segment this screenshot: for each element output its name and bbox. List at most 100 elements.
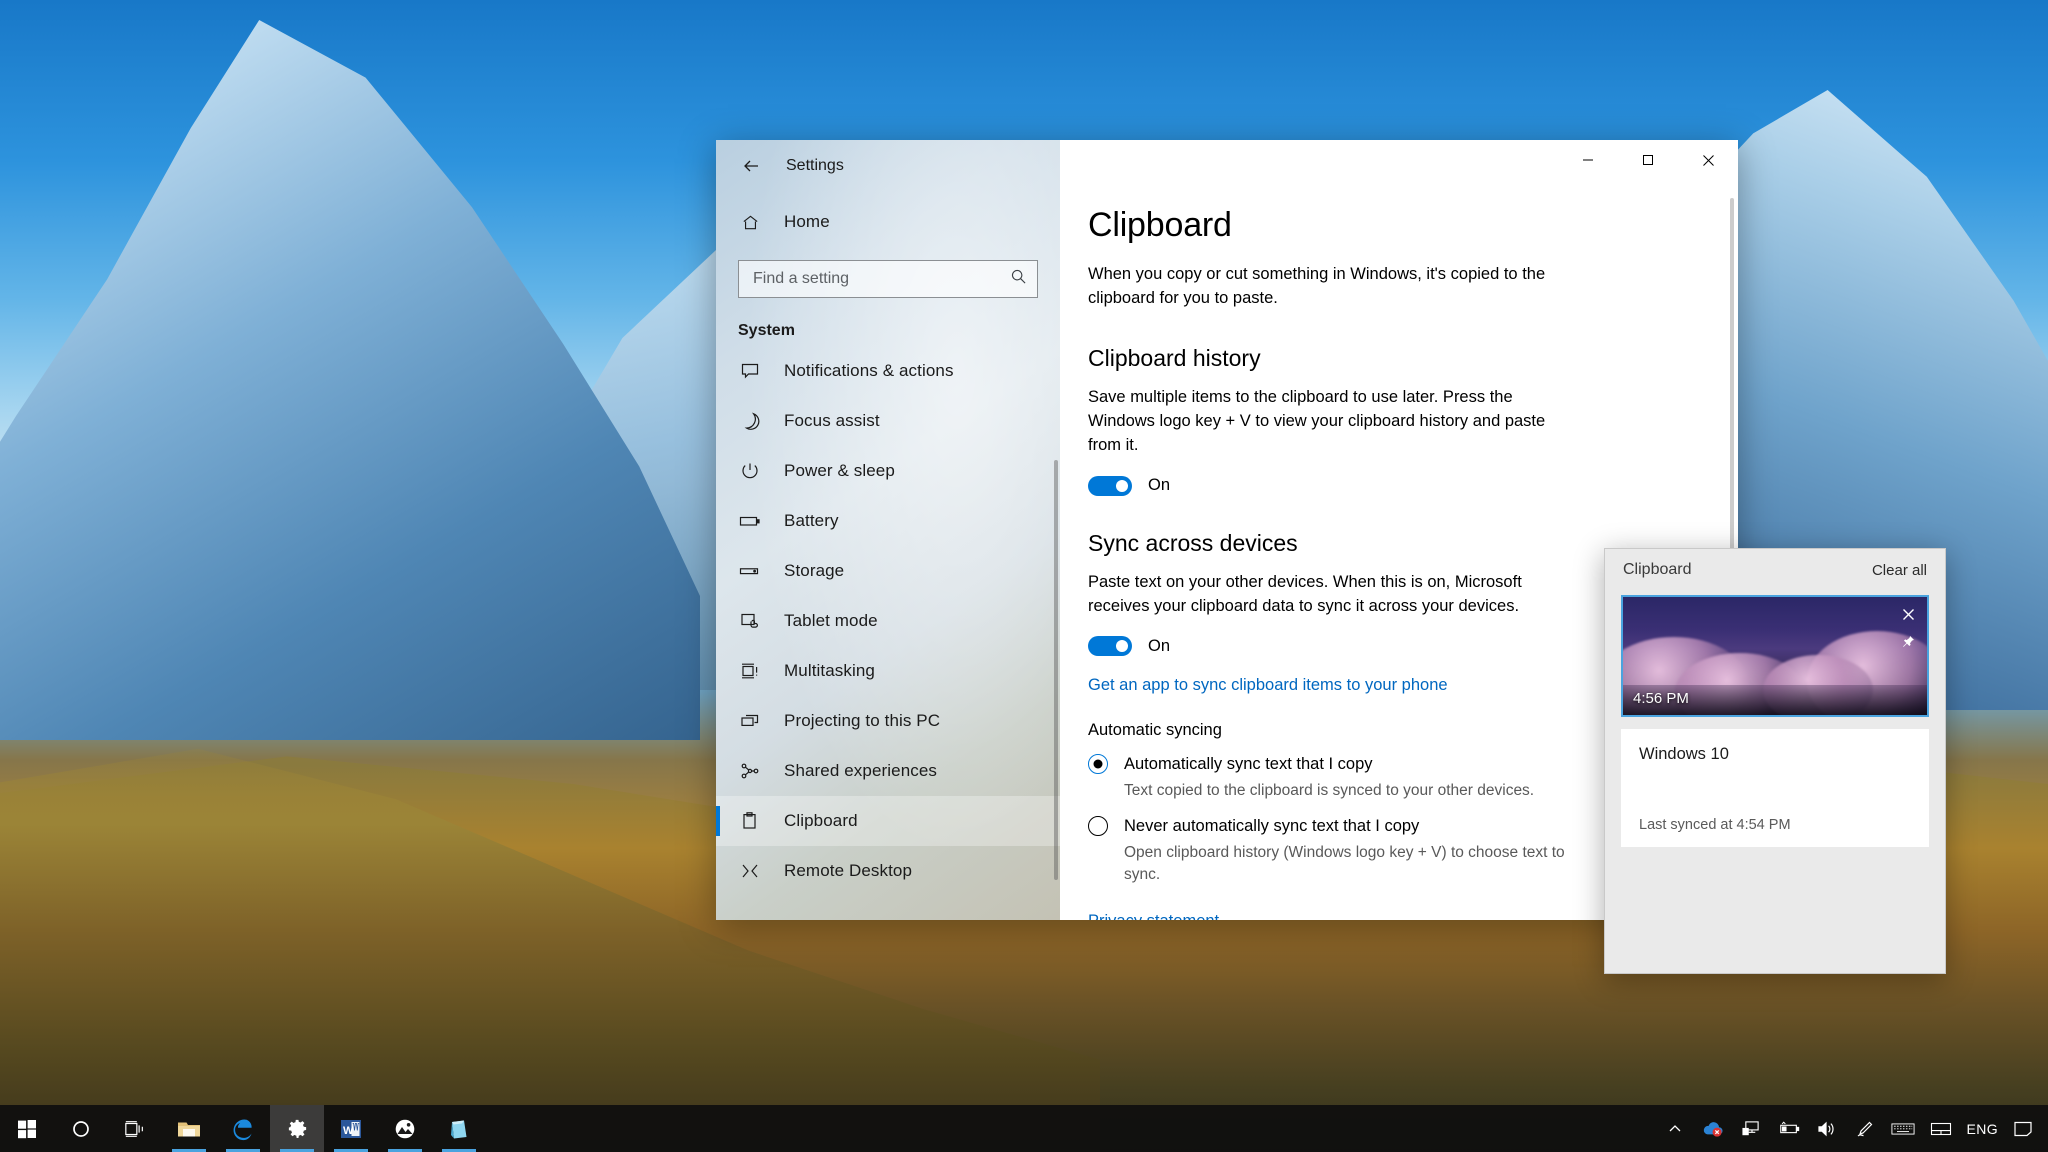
action-center-icon[interactable] <box>2004 1105 2042 1152</box>
system-tray: ENG <box>1656 1105 2048 1152</box>
radio-option-label: Never automatically sync text that I cop… <box>1124 816 1420 835</box>
sidebar-item-shared-experiences[interactable]: Shared experiences <box>716 746 1060 796</box>
language-indicator[interactable]: ENG <box>1960 1105 2004 1152</box>
touchpad-icon[interactable] <box>1922 1105 1960 1152</box>
clipboard-image-item[interactable]: 4:56 PM <box>1621 595 1929 717</box>
window-controls <box>1060 140 1738 192</box>
sidebar-item-notifications-actions[interactable]: Notifications & actions <box>716 346 1060 396</box>
word-button[interactable]: W <box>324 1105 378 1152</box>
remote-desktop-icon <box>738 861 762 881</box>
store-button[interactable] <box>432 1105 486 1152</box>
sidebar-item-label: Notifications & actions <box>784 361 954 380</box>
back-arrow-icon[interactable] <box>734 149 768 183</box>
sidebar-item-label: Multitasking <box>784 661 875 680</box>
sidebar-item-label: Shared experiences <box>784 761 938 780</box>
sidebar-item-home[interactable]: Home <box>716 198 1060 246</box>
radio-option-description: Open clipboard history (Windows logo key… <box>1124 844 1565 884</box>
get-app-link[interactable]: Get an app to sync clipboard items to yo… <box>1088 676 1448 695</box>
sync-toggle[interactable] <box>1088 636 1132 657</box>
storage-icon <box>738 561 762 581</box>
sidebar-item-clipboard[interactable]: Clipboard <box>716 796 1060 846</box>
sync-toggle-label: On <box>1148 636 1171 655</box>
volume-icon[interactable] <box>1808 1105 1846 1152</box>
taskbar: W ENG <box>0 1105 2048 1152</box>
privacy-statement-link[interactable]: Privacy statement <box>1088 912 1219 920</box>
minimize-button[interactable] <box>1558 140 1618 180</box>
home-icon <box>738 213 762 232</box>
moon-icon <box>738 411 762 431</box>
onedrive-status-icon[interactable] <box>1694 1105 1732 1152</box>
sidebar-item-remote-desktop[interactable]: Remote Desktop <box>716 846 1060 896</box>
sidebar-item-projecting-to-this-pc[interactable]: Projecting to this PC <box>716 696 1060 746</box>
pen-menu-icon[interactable] <box>1846 1105 1884 1152</box>
radio-button[interactable] <box>1088 754 1108 775</box>
clipboard-history-toggle-label: On <box>1148 476 1171 495</box>
sidebar-item-label: Focus assist <box>784 411 880 430</box>
sidebar-item-label: Remote Desktop <box>784 861 913 880</box>
sidebar-scrollbar[interactable] <box>1054 460 1058 880</box>
sidebar-item-label: Tablet mode <box>784 611 878 630</box>
settings-window: Settings Home System Notifications & a <box>716 140 1738 920</box>
clipboard-history-toggle[interactable] <box>1088 475 1132 496</box>
settings-nav-pane: Settings Home System Notifications & a <box>716 140 1060 920</box>
sidebar-item-battery[interactable]: Battery <box>716 496 1060 546</box>
mountain-main <box>0 20 700 740</box>
touch-keyboard-button[interactable] <box>1884 1105 1922 1152</box>
clipboard-history-heading: Clipboard history <box>1088 344 1261 371</box>
clipboard-image-timestamp: 4:56 PM <box>1633 690 1689 707</box>
edge-button[interactable] <box>216 1105 270 1152</box>
search-box[interactable] <box>738 260 1038 298</box>
clipboard-flyout: Clipboard Clear all 4:56 PM Windows 10 L… <box>1604 548 1946 974</box>
cortana-button[interactable] <box>54 1105 108 1152</box>
app-title: Settings <box>786 157 844 174</box>
clipboard-text-content: Windows 10 <box>1639 745 1729 763</box>
battery-icon <box>738 511 762 531</box>
sidebar-item-power-sleep[interactable]: Power & sleep <box>716 446 1060 496</box>
tablet-icon <box>738 611 762 631</box>
clipboard-icon <box>738 811 762 831</box>
search-icon[interactable] <box>1010 268 1027 290</box>
sidebar-item-home-label: Home <box>784 212 830 231</box>
sidebar-item-label: Projecting to this PC <box>784 711 941 730</box>
sidebar-item-label: Power & sleep <box>784 461 895 480</box>
page-intro-text: When you copy or cut something in Window… <box>1088 265 1546 307</box>
close-button[interactable] <box>1678 140 1738 180</box>
svg-text:W: W <box>343 1125 354 1137</box>
pin-icon[interactable] <box>1897 631 1919 653</box>
network-icon[interactable] <box>1732 1105 1770 1152</box>
radio-option-label: Automatically sync text that I copy <box>1124 754 1373 773</box>
sidebar-item-label: Clipboard <box>784 811 858 830</box>
task-view-button[interactable] <box>108 1105 162 1152</box>
clipboard-flyout-header: Clipboard Clear all <box>1605 549 1945 591</box>
clipboard-history-toggle-row[interactable]: On <box>1088 475 1738 496</box>
sidebar-item-tablet-mode[interactable]: Tablet mode <box>716 596 1060 646</box>
sidebar-item-label: Battery <box>784 511 839 530</box>
clear-all-button[interactable]: Clear all <box>1872 562 1927 579</box>
sidebar-item-storage[interactable]: Storage <box>716 546 1060 596</box>
shared-icon <box>738 761 762 781</box>
battery-icon[interactable] <box>1770 1105 1808 1152</box>
maximize-button[interactable] <box>1618 140 1678 180</box>
power-icon <box>738 461 762 481</box>
search-input[interactable] <box>753 270 1010 288</box>
taskbar-left-items: W <box>0 1105 486 1152</box>
photos-button[interactable] <box>378 1105 432 1152</box>
search-container <box>716 246 1060 302</box>
notification-icon <box>738 361 762 381</box>
close-icon[interactable] <box>1897 603 1919 625</box>
show-hidden-icons-button[interactable] <box>1656 1105 1694 1152</box>
sidebar-item-list: Notifications & actions Focus assist Power… <box>716 346 1060 920</box>
clipboard-text-item[interactable]: Windows 10 Last synced at 4:54 PM <box>1621 729 1929 847</box>
page-title: Clipboard <box>1088 206 1232 244</box>
file-explorer-button[interactable] <box>162 1105 216 1152</box>
settings-button[interactable] <box>270 1105 324 1152</box>
radio-button[interactable] <box>1088 816 1108 837</box>
sidebar-item-focus-assist[interactable]: Focus assist <box>716 396 1060 446</box>
clipboard-text-sync-status: Last synced at 4:54 PM <box>1639 817 1791 833</box>
sidebar-item-label: Storage <box>784 561 845 580</box>
start-button[interactable] <box>0 1105 54 1152</box>
sidebar-item-multitasking[interactable]: Multitasking <box>716 646 1060 696</box>
window-titlebar-left: Settings <box>716 140 1060 192</box>
clipboard-history-description: Save multiple items to the clipboard to … <box>1088 387 1546 454</box>
sync-description: Paste text on your other devices. When t… <box>1088 572 1522 615</box>
